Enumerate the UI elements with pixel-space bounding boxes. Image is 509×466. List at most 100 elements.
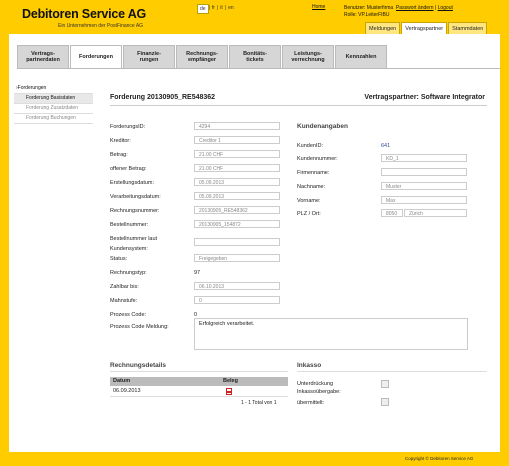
rechnungstyp-value: 97	[194, 270, 201, 276]
sidebar-item-zusatzdaten[interactable]: Forderung Zusatzdaten	[14, 104, 93, 114]
pager-text: 1 - 1 Total von 1	[241, 400, 277, 406]
nav-tab-label: Kennzahlen	[345, 53, 377, 60]
sidebar-item-basisdaten[interactable]: Forderung Basisdaten	[14, 94, 93, 104]
mahnstufe-label: Mahnstufe:	[110, 298, 138, 304]
sidebar-root[interactable]: ›Forderungen	[14, 84, 93, 94]
language-en[interactable]: en	[226, 4, 236, 14]
rechnungstyp-label: Rechnungstyp:	[110, 270, 147, 276]
bestellnummer-kunde-label-line2: Kundensystem:	[110, 246, 148, 252]
nav-tab-rechnungsempfaenger[interactable]: Rechnungs- empfänger	[176, 45, 228, 69]
kreditor-label: Kreditor:	[110, 138, 131, 144]
uebermittelt-label: übermittelt:	[297, 400, 325, 406]
nav-tab-kennzahlen[interactable]: Kennzahlen	[335, 45, 387, 69]
nav-tab-finanzierungen[interactable]: Finanzie- rungen	[123, 45, 175, 69]
password-link[interactable]: Passwort ändern	[396, 5, 434, 11]
bestellnummer-label: Bestellnummer:	[110, 222, 149, 228]
uebermittelt-checkbox[interactable]	[381, 398, 389, 406]
nav-tab-bonitaetstickets[interactable]: Bonitäts- tickets	[229, 45, 281, 69]
bestellnummer-field[interactable]: 20130905_154872	[194, 220, 280, 228]
vorname-field[interactable]: Max	[381, 196, 467, 204]
firmenname-label: Firmenname:	[297, 170, 330, 176]
erstellungsdatum-field[interactable]: 05.09.2013	[194, 178, 280, 186]
rechnungsdetails-divider	[110, 371, 288, 372]
rechnungsnummer-label: Rechnungsnummer:	[110, 208, 160, 214]
bestellnummer-kunde-field[interactable]	[194, 238, 280, 246]
kreditor-field[interactable]: Creditor 1	[194, 136, 280, 144]
nav-tab-label: Vertrags- partnerdaten	[26, 50, 60, 64]
status-label: Status:	[110, 256, 128, 262]
column-datum[interactable]: Datum	[110, 377, 220, 386]
pdf-icon[interactable]	[220, 387, 238, 396]
link-separator: |	[434, 5, 437, 11]
unterdrueckung-checkbox[interactable]	[381, 380, 389, 388]
rechnungsdetails-title: Rechnungsdetails	[110, 362, 166, 369]
logout-link[interactable]: Logout	[438, 5, 453, 11]
unterdrueckung-label-line1: Unterdrückung	[297, 381, 334, 387]
ort-field[interactable]: Zürich	[404, 209, 467, 217]
prozess-code-label: Prozess Code:	[110, 312, 147, 318]
language-switcher: de | fr | it | en	[197, 4, 236, 14]
plz-ort-label: PLZ / Ort:	[297, 211, 321, 217]
table-row[interactable]: 06.09.2013	[110, 387, 288, 397]
offener-betrag-field[interactable]: 21.00 CHF	[194, 164, 280, 172]
nachname-label: Nachname:	[297, 184, 326, 190]
column-beleg[interactable]: Beleg	[220, 377, 241, 386]
prozess-meldung-textarea[interactable]: Erfolgreich verarbeitet.	[194, 318, 468, 350]
nav-divider	[17, 68, 500, 69]
kundennummer-field[interactable]: KD_1	[381, 154, 467, 162]
bestellnummer-kunde-label: Bestellnummer laut Kundensystem:	[110, 234, 157, 254]
offener-betrag-label: offener Betrag:	[110, 166, 147, 172]
nachname-field[interactable]: Muster	[381, 182, 467, 190]
nav-tab-label: Forderungen	[79, 53, 113, 60]
nav-tab-label: Finanzie- rungen	[137, 50, 161, 64]
sidebar-item-buchungen[interactable]: Forderung Buchungen	[14, 114, 93, 124]
company-tagline: Ein Unternehmen der PostFinance AG	[58, 23, 144, 29]
zahlbar-bis-field[interactable]: 06.10.2013	[194, 282, 280, 290]
page-title: Forderung 20130905_RE548362	[110, 94, 216, 101]
header-divider	[110, 105, 487, 106]
forderungs-id-label: ForderungsID:	[110, 124, 146, 130]
role-label: Rolle: VP.LeiterFIBU	[344, 12, 390, 18]
cell-datum: 06.09.2013	[113, 388, 141, 394]
verarbeitungsdatum-field[interactable]: 05.09.2013	[194, 192, 280, 200]
partner-title: Vertragspartner: Software Integrator	[364, 94, 485, 101]
vorname-label: Vorname:	[297, 198, 321, 204]
rechnungsdetails-header: Datum Beleg	[110, 377, 288, 386]
unterdrueckung-label-line2: Inkassoübergabe:	[297, 389, 341, 395]
user-info: Benutzer: Musterfirma Passwort ändern | …	[344, 5, 453, 19]
erstellungsdatum-label: Erstellungsdatum:	[110, 180, 155, 186]
main-nav-tabs: Vertrags- partnerdaten Forderungen Finan…	[17, 45, 388, 69]
home-link[interactable]: Home	[312, 4, 325, 10]
plz-field[interactable]: 8050	[381, 209, 403, 217]
prozess-meldung-label: Prozess Code Meldung:	[110, 324, 169, 330]
language-fr[interactable]: fr	[209, 4, 217, 14]
user-label: Benutzer: Musterfirma	[344, 5, 394, 11]
kundennummer-label: Kundennummer:	[297, 156, 338, 162]
sidebar: ›Forderungen Forderung Basisdaten Forder…	[14, 84, 93, 124]
kunden-id-label: KundenID:	[297, 143, 323, 149]
home-link-wrap: Home	[312, 4, 325, 10]
rechnungsnummer-field[interactable]: 20130905_RE548362	[194, 206, 280, 214]
nav-tab-forderungen[interactable]: Forderungen	[70, 45, 122, 69]
nav-tab-vertragspartnerdaten[interactable]: Vertrags- partnerdaten	[17, 45, 69, 69]
forderungs-id-field[interactable]: 4294	[194, 122, 280, 130]
nav-tab-leistungsverrechnung[interactable]: Leistungs- verrechnung	[282, 45, 334, 69]
nav-tab-label: Rechnungs- empfänger	[186, 50, 218, 64]
firmenname-field[interactable]	[381, 168, 467, 176]
kunden-id-value: 641	[381, 143, 391, 149]
unterdrueckung-label: Unterdrückung Inkassoübergabe:	[297, 380, 341, 396]
zahlbar-bis-label: Zahlbar bis:	[110, 284, 139, 290]
company-logo: Debitoren Service AG	[22, 7, 147, 21]
copyright: Copyright © Debitoren Service AG	[405, 456, 474, 461]
verarbeitungsdatum-label: Verarbeitungsdatum:	[110, 194, 161, 200]
inkasso-divider	[297, 371, 487, 372]
language-de[interactable]: de	[197, 4, 209, 14]
betrag-label: Betrag:	[110, 152, 128, 158]
bestellnummer-kunde-label-line1: Bestellnummer laut	[110, 236, 158, 242]
betrag-field[interactable]: 21.00 CHF	[194, 150, 280, 158]
status-field[interactable]: Freigegeben	[194, 254, 280, 262]
mahnstufe-field[interactable]: 0	[194, 296, 280, 304]
sidebar-root-label: Forderungen	[17, 85, 47, 91]
nav-tab-label: Leistungs- verrechnung	[291, 50, 325, 64]
kundenangaben-title: Kundenangaben	[297, 123, 348, 130]
